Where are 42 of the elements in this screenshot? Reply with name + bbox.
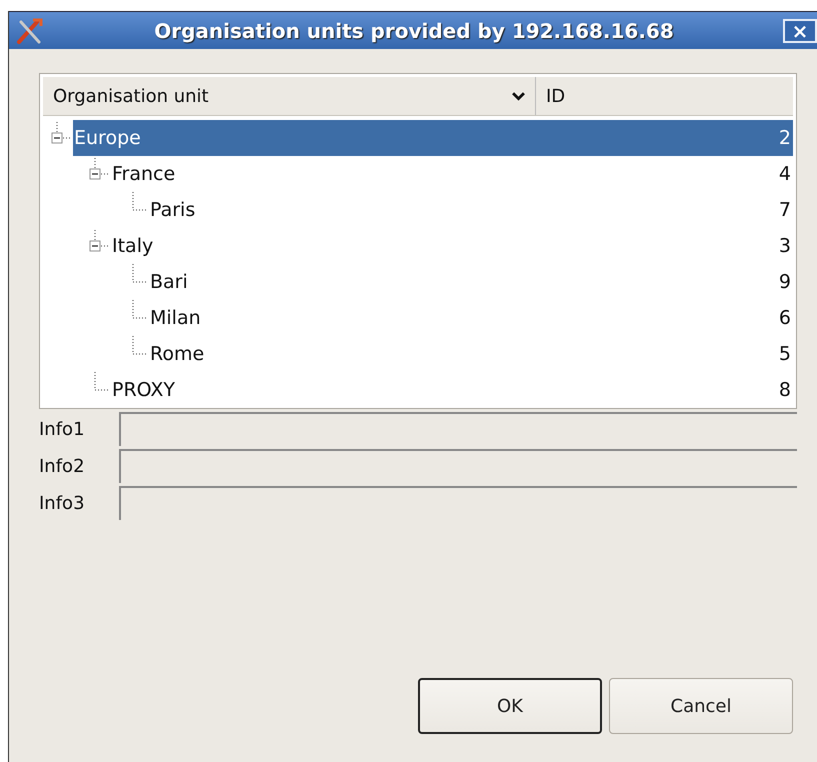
tree-row[interactable]: Paris 7 <box>149 192 793 228</box>
unit-id: 6 <box>778 307 792 329</box>
unit-name: Italy <box>111 235 154 257</box>
tree-connector-icon <box>132 336 149 355</box>
close-button[interactable]: × <box>783 18 817 42</box>
ok-button[interactable]: OK <box>418 678 602 734</box>
unit-id: 8 <box>778 379 792 401</box>
unit-id: 4 <box>778 163 792 185</box>
tree-row[interactable]: France 4 <box>111 156 793 192</box>
window-title: Organisation units provided by 192.168.16.68 <box>153 18 675 42</box>
unit-id: 5 <box>778 343 792 365</box>
column-header[interactable]: ID <box>536 77 793 115</box>
unit-name: Milan <box>149 307 201 329</box>
tree-connector-icon <box>132 192 149 211</box>
tree-row[interactable]: Europe 2 <box>73 120 793 156</box>
unit-id: 3 <box>778 235 792 257</box>
cancel-button[interactable]: Cancel <box>609 678 793 734</box>
tree-connector-icon <box>132 300 149 319</box>
tree-row[interactable]: Italy 3 <box>111 228 793 264</box>
info-field[interactable] <box>119 449 797 483</box>
tools-icon <box>15 16 45 46</box>
field-label: Info3 <box>39 492 86 514</box>
chevron-down-icon <box>512 92 525 100</box>
unit-name: Rome <box>149 343 204 365</box>
unit-name: PROXY <box>111 379 176 401</box>
unit-name: Europe <box>73 127 141 149</box>
unit-id: 2 <box>778 127 792 149</box>
column-header[interactable]: Organisation unit <box>43 77 536 115</box>
tree-row[interactable]: Milan 6 <box>149 300 793 336</box>
unit-name: Bari <box>149 271 188 293</box>
info-field[interactable] <box>119 412 797 446</box>
tree-connector-icon <box>94 372 111 391</box>
tree-row[interactable]: PROXY 8 <box>111 372 793 408</box>
tree-connector-icon <box>132 264 149 283</box>
tree-row[interactable]: Rome 5 <box>149 336 793 372</box>
unit-id: 9 <box>778 271 792 293</box>
unit-name: Paris <box>149 199 196 221</box>
field-label: Info2 <box>39 456 86 476</box>
tree-row[interactable]: Bari 9 <box>149 264 793 300</box>
unit-id: 7 <box>778 199 792 221</box>
unit-name: France <box>111 163 176 185</box>
field-label: Info1 <box>39 418 86 440</box>
